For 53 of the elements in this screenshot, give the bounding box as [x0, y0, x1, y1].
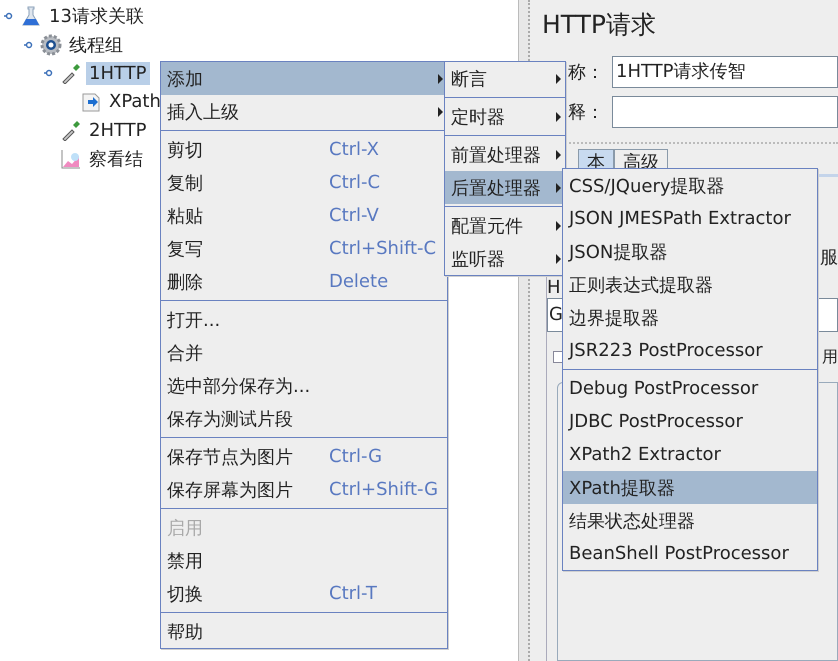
menu-item[interactable]: 保存为测试片段 [161, 402, 447, 435]
menu-item[interactable]: JDBC PostProcessor [563, 405, 817, 438]
menu-item[interactable]: 保存屏幕为图片 Ctrl+Shift-G [161, 473, 447, 506]
menu-item[interactable]: JSR223 PostProcessor [563, 334, 817, 367]
submenu-arrow-icon [556, 150, 561, 160]
menu-item[interactable]: XPath提取器 [563, 471, 817, 504]
name-field[interactable]: 1HTTP请求传智 [612, 56, 838, 88]
menu-item[interactable]: 切换 Ctrl-T [161, 577, 447, 610]
tree-item[interactable]: XPath [106, 90, 164, 114]
tree-item[interactable]: 线程组 [66, 32, 126, 58]
submenu-arrow-icon [556, 112, 561, 122]
tree-item[interactable]: 2HTTP [86, 118, 150, 142]
menu-item[interactable]: 合并 [161, 336, 447, 369]
flask-icon [20, 5, 42, 28]
menu-item[interactable]: 帮助 [161, 615, 447, 648]
menu-item[interactable]: 禁用 [161, 544, 447, 577]
field-label: 称： [568, 61, 604, 84]
menu-item[interactable]: 添加 [161, 62, 447, 95]
gear-icon [40, 34, 62, 56]
menu-item[interactable]: 复写 Ctrl+Shift-C [161, 232, 447, 265]
panel-title: HTTP请求 [542, 9, 657, 41]
section-label: 服 [820, 246, 838, 269]
menu-item[interactable]: 打开... [161, 303, 447, 336]
menu-item[interactable]: 后置处理器 [445, 171, 565, 204]
menu-item[interactable]: 删除 Delete [161, 265, 447, 298]
submenu-arrow-icon [556, 74, 561, 84]
field-label: H [547, 277, 561, 298]
tree-item[interactable]: 察看结 [86, 146, 146, 172]
menu-item[interactable]: XPath2 Extractor [563, 438, 817, 471]
dropper-icon [60, 119, 82, 142]
menu-item[interactable]: BeanShell PostProcessor [563, 537, 817, 570]
tree-item[interactable]: 1HTTP [86, 62, 150, 85]
menu-item[interactable]: 边界提取器 [563, 301, 817, 334]
menu-item[interactable]: 前置处理器 [445, 138, 565, 171]
menu-item[interactable]: 正则表达式提取器 [563, 268, 817, 301]
checkbox-label: 用 [822, 346, 838, 368]
chart-icon [60, 148, 82, 170]
menu-item[interactable]: 复制 Ctrl-C [161, 166, 447, 199]
tree-item[interactable]: 13请求关联 [46, 3, 147, 30]
field-label: 释： [568, 101, 604, 124]
menu-item[interactable]: 粘贴 Ctrl-V [161, 199, 447, 232]
comment-field[interactable] [612, 96, 838, 128]
menu-item[interactable]: JSON JMESPath Extractor [563, 202, 817, 235]
menu-item[interactable]: 定时器 [445, 100, 565, 133]
menu-item[interactable]: 选中部分保存为... [161, 369, 447, 402]
menu-item[interactable]: 结果状态处理器 [563, 504, 817, 537]
menu-item[interactable]: 断言 [445, 62, 565, 95]
menu-item[interactable]: JSON提取器 [563, 235, 817, 268]
menu-item[interactable]: Debug PostProcessor [563, 372, 817, 405]
menu-item[interactable]: 保存节点为图片 Ctrl-G [161, 440, 447, 473]
document-arrow-icon [80, 90, 102, 113]
dropper-icon [60, 62, 82, 84]
menu-item[interactable]: 剪切 Ctrl-X [161, 133, 447, 166]
